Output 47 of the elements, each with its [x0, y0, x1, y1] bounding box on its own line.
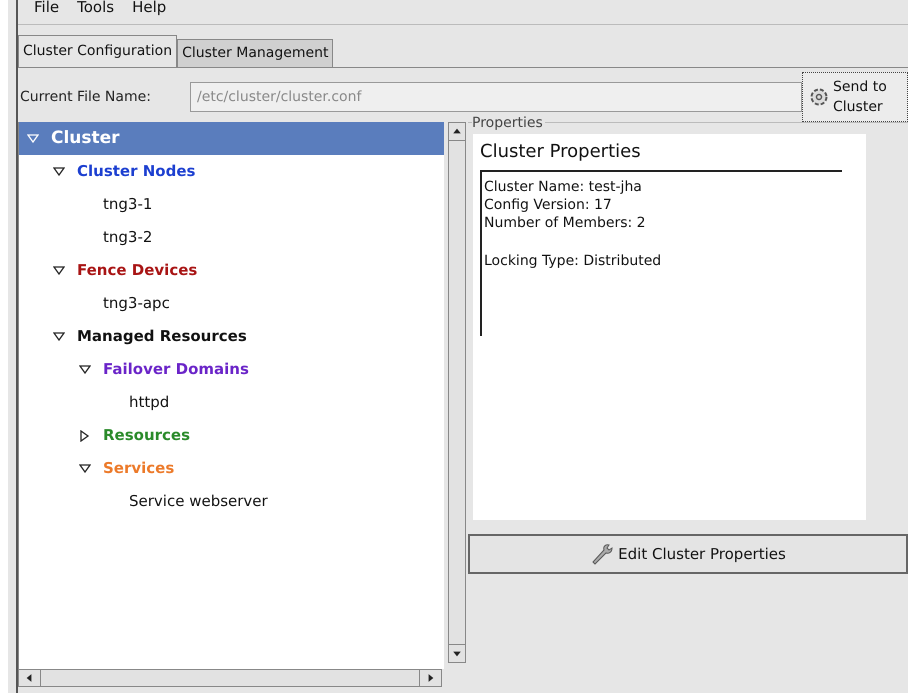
- tree-row[interactable]: Resources: [19, 419, 444, 452]
- tree-label: Managed Resources: [77, 326, 247, 348]
- property-line: Config Version: 17: [484, 196, 613, 214]
- tree-row[interactable]: tng3-2: [19, 221, 444, 254]
- property-line: Cluster Name: test-jha: [484, 178, 643, 196]
- tree-row[interactable]: tng3-1: [19, 188, 444, 221]
- tree-row[interactable]: Managed Resources: [19, 320, 444, 353]
- expanded-triangle-icon[interactable]: [79, 364, 91, 376]
- tree-row[interactable]: httpd: [19, 386, 444, 419]
- expanded-triangle-icon[interactable]: [53, 166, 65, 178]
- tree-label: Fence Devices: [77, 260, 198, 282]
- menu-item[interactable]: Tools: [75, 0, 116, 18]
- tab[interactable]: Cluster Management: [177, 39, 334, 67]
- tree-row[interactable]: Service webserver: [19, 485, 444, 518]
- wrench-icon: [590, 542, 614, 566]
- property-line: Number of Members: 2: [484, 214, 647, 232]
- expanded-triangle-icon[interactable]: [53, 264, 65, 276]
- horizontal-scrollbar[interactable]: [18, 669, 442, 687]
- edit-properties-button[interactable]: Edit Cluster Properties: [468, 534, 908, 574]
- tree-label: tng3-apc: [103, 293, 170, 314]
- tab[interactable]: Cluster Configuration: [18, 35, 178, 67]
- field-label: Current File Name:: [20, 88, 152, 106]
- collapsed-triangle-icon[interactable]: [79, 430, 91, 442]
- tree-label: Cluster Nodes: [77, 161, 196, 182]
- tree-label: Cluster: [51, 126, 120, 150]
- file-name-field[interactable]: /etc/cluster/cluster.conf: [190, 82, 802, 112]
- tree-label: tng3-1: [103, 194, 152, 216]
- properties-title: Cluster Properties: [480, 138, 842, 172]
- send-to-cluster-button[interactable]: Send to Cluster: [802, 72, 908, 122]
- tree-row[interactable]: Failover Domains: [19, 353, 444, 386]
- expanded-triangle-icon[interactable]: [79, 462, 91, 474]
- tree-label: Failover Domains: [103, 359, 249, 380]
- property-line: Locking Type: Distributed: [484, 252, 662, 270]
- tree-label: tng3-2: [103, 227, 152, 248]
- tree-row[interactable]: Fence Devices: [19, 254, 444, 287]
- tree-label: Service webserver: [129, 491, 268, 512]
- tree-label: httpd: [129, 392, 170, 414]
- tree-row[interactable]: Cluster: [19, 122, 444, 155]
- menu-item[interactable]: Help: [130, 0, 168, 18]
- gear-icon: [809, 87, 829, 107]
- tree-row[interactable]: tng3-apc: [19, 287, 444, 320]
- tree-label: Resources: [103, 425, 190, 446]
- expanded-triangle-icon[interactable]: [53, 330, 65, 342]
- vertical-scrollbar[interactable]: [448, 122, 466, 663]
- tree-row[interactable]: Cluster Nodes: [19, 155, 444, 188]
- tree-label: Services: [103, 458, 174, 480]
- menu-item[interactable]: File: [32, 0, 62, 18]
